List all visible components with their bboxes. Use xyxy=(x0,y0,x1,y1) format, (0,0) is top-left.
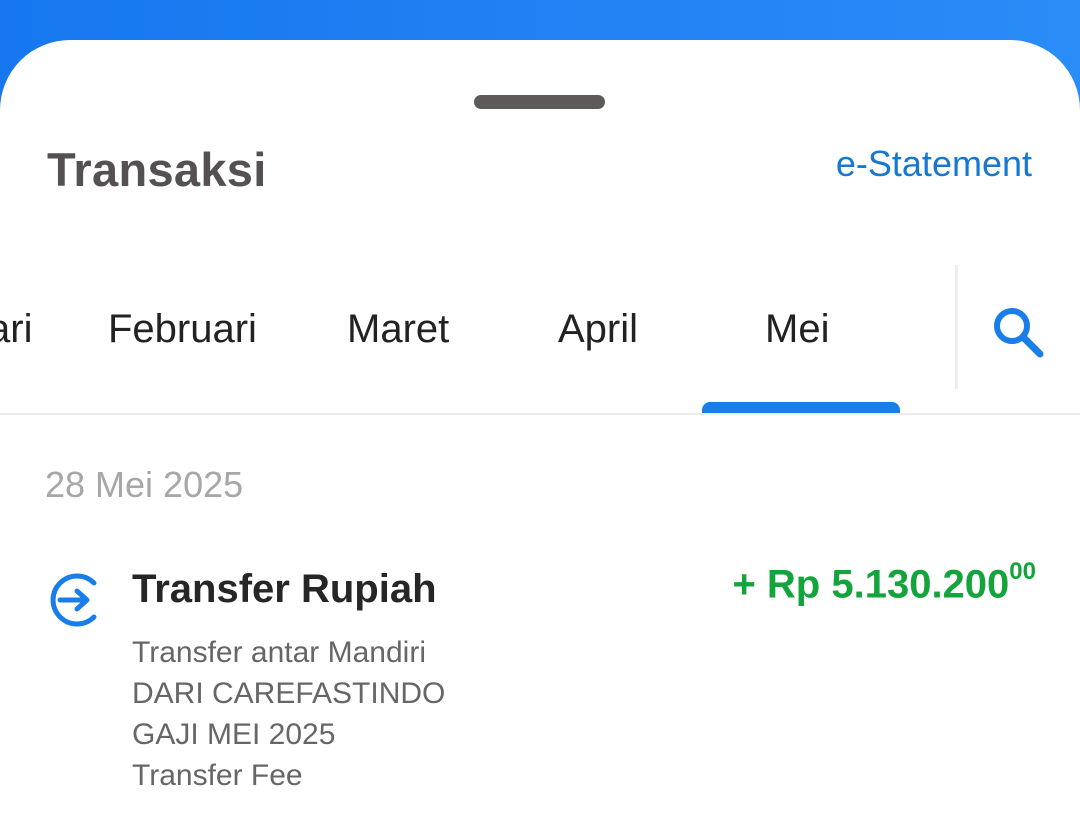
transfer-in-icon xyxy=(46,570,106,630)
tab-februari[interactable]: Februari xyxy=(108,307,257,352)
transaction-date: 28 Mei 2025 xyxy=(45,464,244,505)
transaction-description: Transfer antar Mandiri DARI CAREFASTINDO… xyxy=(132,632,445,796)
transaction-amount: + Rp 5.130.20000 xyxy=(732,558,1036,607)
month-tabs: ari Februari Maret April Mei xyxy=(0,262,1080,414)
tabs-divider xyxy=(955,265,958,389)
transaction-item[interactable]: Transfer Rupiah + Rp 5.130.20000 Transfe… xyxy=(0,550,1080,800)
description-line: Transfer antar Mandiri xyxy=(132,636,426,669)
tabs-bottom-border xyxy=(0,413,1080,415)
tab-januari[interactable]: ari xyxy=(0,307,32,352)
tab-mei[interactable]: Mei xyxy=(765,307,829,352)
description-line: Transfer Fee xyxy=(132,759,303,792)
tab-april[interactable]: April xyxy=(558,307,638,352)
bottom-sheet: Transaksi e-Statement ari Februari Maret… xyxy=(0,40,1080,834)
e-statement-link[interactable]: e-Statement xyxy=(836,143,1032,185)
search-button[interactable] xyxy=(988,302,1048,362)
amount-cents: 00 xyxy=(1009,558,1036,585)
search-icon xyxy=(994,308,1044,358)
description-line: DARI CAREFASTINDO xyxy=(132,677,446,710)
drag-handle[interactable] xyxy=(474,95,605,109)
description-line: GAJI MEI 2025 xyxy=(132,718,336,751)
tab-maret[interactable]: Maret xyxy=(347,307,449,352)
transaction-title: Transfer Rupiah xyxy=(132,567,437,611)
page-title: Transaksi xyxy=(47,143,267,196)
amount-main: + Rp 5.130.200 xyxy=(732,562,1010,607)
